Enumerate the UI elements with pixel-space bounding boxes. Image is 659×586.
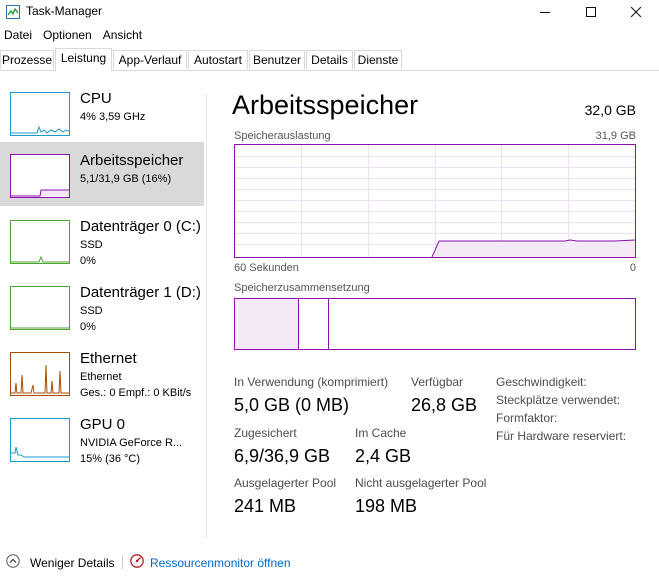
- tab-dienste[interactable]: Dienste: [354, 50, 402, 69]
- memory-composition-bar: [234, 298, 636, 350]
- close-button[interactable]: [613, 0, 659, 24]
- form-factor-label: Formfaktor:: [496, 411, 558, 425]
- tab-details[interactable]: Details: [306, 50, 353, 69]
- task-manager-icon: [6, 5, 20, 19]
- footer-divider: [122, 555, 123, 569]
- sidebar-item-detail-2: 15% (36 °C): [80, 453, 141, 465]
- composition-graph-label: Speicherzusammensetzung: [234, 282, 370, 294]
- hardware-reserved-label: Für Hardware reserviert:: [496, 429, 627, 443]
- sidebar-item-title: Datenträger 1 (D:): [80, 284, 201, 301]
- menu-item-optionen[interactable]: Optionen: [39, 26, 99, 44]
- total-memory: 32,0 GB: [584, 102, 636, 118]
- sidebar-item-detail: Ethernet: [80, 371, 122, 383]
- available-label: Verfügbar: [411, 375, 464, 389]
- tab-benutzer[interactable]: Benutzer: [249, 50, 305, 69]
- fewer-details-button[interactable]: [6, 554, 20, 568]
- usage-graph-max: 31,9 GB: [595, 130, 636, 142]
- sidebar-item-title: GPU 0: [80, 416, 126, 433]
- tab-bar: Prozesse Leistung App-Verlauf Autostart …: [0, 48, 659, 71]
- slots-used-label: Steckplätze verwendet:: [496, 393, 621, 407]
- memory-usage-graph: [234, 144, 636, 258]
- memory-thumbnail-graph: [10, 154, 70, 198]
- sidebar-item-detail: NVIDIA GeForce R...: [80, 437, 183, 449]
- tab-app-verlauf[interactable]: App-Verlauf: [113, 50, 187, 69]
- fewer-details-link[interactable]: Weniger Details: [30, 556, 114, 570]
- paged-pool-value: 241 MB: [234, 496, 297, 516]
- sidebar-item-detail: SSD: [80, 305, 103, 317]
- time-axis-end: 0: [629, 262, 636, 274]
- maximize-button[interactable]: [568, 0, 614, 24]
- sidebar-item-title: CPU: [80, 90, 112, 107]
- maximize-icon: [586, 7, 596, 17]
- sidebar-item-datentraeger-0[interactable]: Datenträger 0 (C:) SSD 0%: [0, 208, 204, 272]
- performance-sidebar: CPU 4% 3,59 GHz Arbeitsspeicher 5,1/31,9…: [0, 72, 206, 538]
- close-icon: [631, 7, 641, 17]
- title-bar: Task-Manager: [0, 0, 659, 24]
- sidebar-item-datentraeger-1[interactable]: Datenträger 1 (D:) SSD 0%: [0, 274, 204, 338]
- tab-leistung[interactable]: Leistung: [55, 48, 112, 71]
- sidebar-item-title: Datenträger 0 (C:): [80, 218, 201, 235]
- time-axis-label: 60 Sekunden: [234, 262, 299, 274]
- chevron-up-circle-icon: [6, 554, 20, 568]
- in-use-label: In Verwendung (komprimiert): [234, 375, 389, 389]
- cpu-thumbnail-graph: [10, 92, 70, 136]
- menu-item-ansicht[interactable]: Ansicht: [99, 26, 149, 44]
- sidebar-item-title: Ethernet: [80, 350, 137, 367]
- sidebar-item-gpu-0[interactable]: GPU 0 NVIDIA GeForce R... 15% (36 °C): [0, 406, 204, 470]
- available-value: 26,8 GB: [411, 395, 478, 415]
- sidebar-item-arbeitsspeicher[interactable]: Arbeitsspeicher 5,1/31,9 GB (16%): [0, 142, 204, 206]
- speed-label: Geschwindigkeit:: [496, 375, 587, 389]
- minimize-button[interactable]: [522, 0, 568, 24]
- page-title: Arbeitsspeicher: [232, 90, 419, 120]
- in-use-value: 5,0 GB (0 MB): [234, 395, 350, 415]
- disk0-thumbnail-graph: [10, 220, 70, 264]
- nonpaged-pool-label: Nicht ausgelagerter Pool: [355, 476, 487, 490]
- sidebar-item-detail-2: Ges.: 0 Empf.: 0 KBit/s: [80, 387, 192, 399]
- disk1-thumbnail-graph: [10, 286, 70, 330]
- cached-value: 2,4 GB: [355, 446, 412, 466]
- window-title: Task-Manager: [26, 4, 103, 18]
- memory-usage-chart: [235, 145, 636, 258]
- menu-bar: Datei Optionen Ansicht: [0, 26, 149, 44]
- gpu-thumbnail-graph: [10, 418, 70, 462]
- sidebar-item-detail: SSD: [80, 239, 103, 251]
- tab-prozesse[interactable]: Prozesse: [0, 50, 54, 69]
- committed-label: Zugesichert: [234, 426, 297, 440]
- menu-item-datei[interactable]: Datei: [0, 26, 39, 44]
- sidebar-item-detail: 5,1/31,9 GB (16%): [80, 173, 172, 185]
- usage-graph-label: Speicherauslastung: [234, 130, 331, 142]
- resource-monitor-link[interactable]: Ressourcenmonitor öffnen: [150, 556, 291, 570]
- tab-autostart[interactable]: Autostart: [188, 50, 248, 69]
- resource-monitor-icon: [130, 554, 144, 568]
- sidebar-item-ethernet[interactable]: Ethernet Ethernet Ges.: 0 Empf.: 0 KBit/…: [0, 340, 204, 404]
- committed-value: 6,9/36,9 GB: [234, 446, 331, 466]
- sidebar-item-cpu[interactable]: CPU 4% 3,59 GHz: [0, 80, 204, 144]
- cached-label: Im Cache: [355, 426, 407, 440]
- ethernet-thumbnail-graph: [10, 352, 70, 396]
- sidebar-item-detail: 4% 3,59 GHz: [80, 111, 146, 123]
- minimize-icon: [540, 12, 550, 13]
- sidebar-divider: [206, 94, 207, 538]
- sidebar-item-detail-2: 0%: [80, 255, 96, 267]
- paged-pool-label: Ausgelagerter Pool: [234, 476, 337, 490]
- sidebar-item-title: Arbeitsspeicher: [80, 152, 184, 169]
- memory-composition-chart: [235, 299, 329, 349]
- nonpaged-pool-value: 198 MB: [355, 496, 418, 516]
- sidebar-item-detail-2: 0%: [80, 321, 96, 333]
